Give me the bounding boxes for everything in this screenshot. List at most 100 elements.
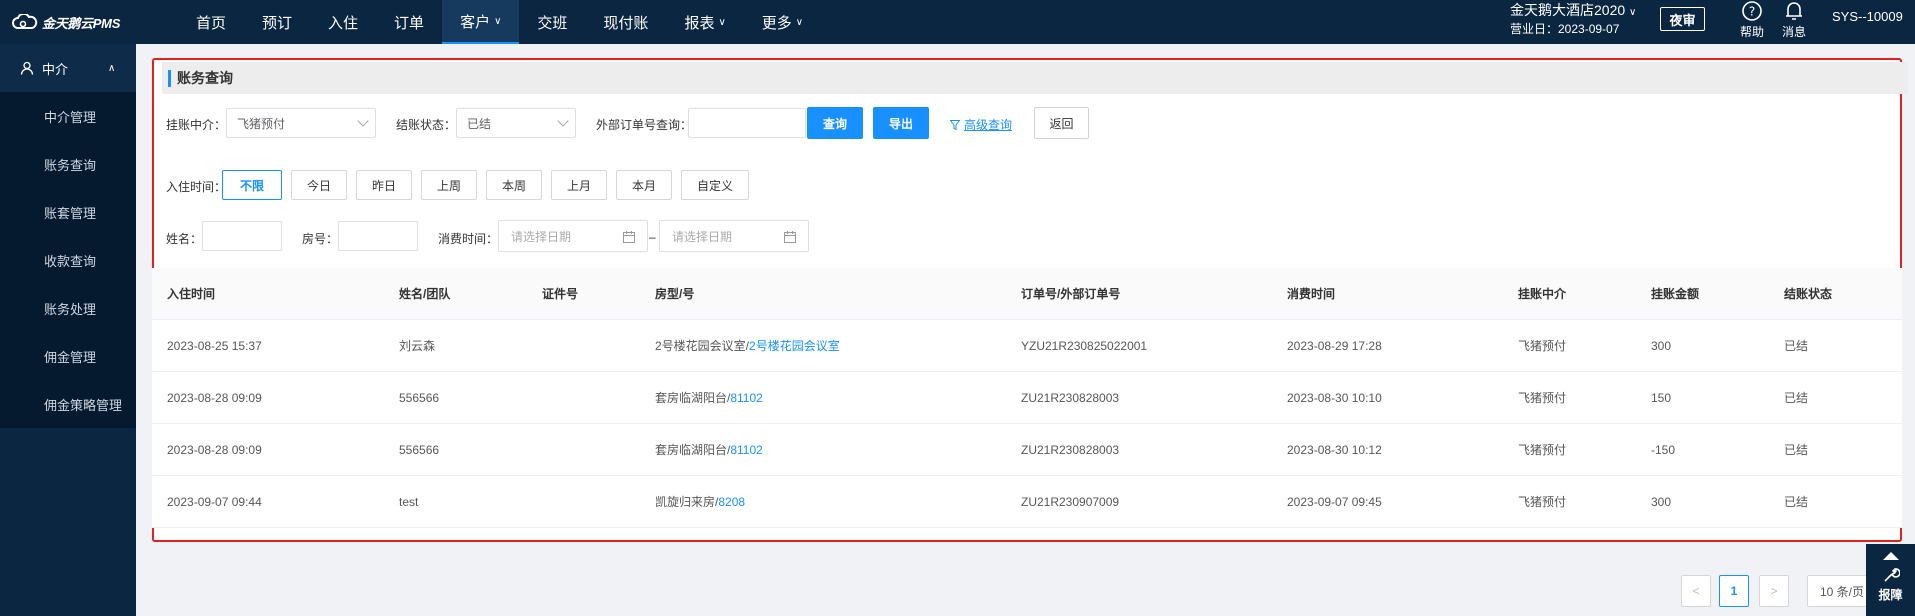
column-header[interactable]: 订单号/外部订单号 <box>1021 285 1120 302</box>
night-audit-button[interactable]: 夜审 <box>1660 7 1705 31</box>
table-row[interactable]: 2023-09-07 09:44 test 凯旋归来房/8208 ZU21R23090… <box>152 476 1902 528</box>
ext-order-input[interactable] <box>688 108 806 138</box>
search-button[interactable]: 查询 <box>807 107 863 139</box>
sidebar-section-agent[interactable]: 中介 ∧ <box>0 44 136 92</box>
cell-checkin: 2023-08-25 15:37 <box>167 338 262 353</box>
table-row[interactable]: 2023-08-25 15:37 刘云森 2号楼花园会议室/2号楼花园会议室 YZU2… <box>152 320 1902 372</box>
column-header[interactable]: 挂账中介 <box>1518 285 1566 302</box>
cell-checkin: 2023-08-28 09:09 <box>167 442 262 457</box>
sidebar-item-6[interactable]: 佣金策略管理 <box>0 380 136 428</box>
sidebar-item-2[interactable]: 账套管理 <box>0 188 136 236</box>
nav-item-3[interactable]: 订单 <box>376 0 442 44</box>
cell-consume: 2023-08-30 10:10 <box>1287 390 1382 405</box>
nav-item-1[interactable]: 预订 <box>244 0 310 44</box>
nav-item-8[interactable]: 更多 ∨ <box>744 0 821 44</box>
bell-icon <box>1786 2 1802 20</box>
cell-status: 已结 <box>1784 391 1809 405</box>
nav-item-4[interactable]: 客户 ∨ <box>442 0 520 44</box>
brand-name: 金天鹅云PMS <box>42 15 121 31</box>
messages-button[interactable]: 消息 <box>1782 0 1806 40</box>
cell-status: 已结 <box>1784 443 1809 457</box>
export-button[interactable]: 导出 <box>873 107 929 139</box>
chevron-down-icon <box>557 115 569 127</box>
checkin-chip-0[interactable]: 不限 <box>222 170 282 200</box>
checkin-chip-7[interactable]: 自定义 <box>681 170 749 200</box>
ext-order-label: 外部订单号查询： <box>596 118 693 132</box>
nav-item-6[interactable]: 现付账 <box>585 0 666 44</box>
column-header[interactable]: 证件号 <box>542 285 578 302</box>
checkin-chip-5[interactable]: 上月 <box>551 170 607 200</box>
table-row[interactable]: 2023-08-28 09:09 556566 套房临湖阳台/81102 ZU21R2… <box>152 424 1902 476</box>
nav-item-label: 首页 <box>196 14 227 32</box>
sidebar-item-3[interactable]: 收款查询 <box>0 236 136 284</box>
chevron-down-icon <box>357 115 369 127</box>
brand-logo[interactable]: 金天鹅云PMS <box>0 0 136 44</box>
help-icon: ? <box>1742 1 1762 21</box>
hotel-name: 金天鹅大酒店2020 <box>1510 2 1626 18</box>
hotel-selector[interactable]: 金天鹅大酒店2020 ∨ 营业日：2023-09-07 <box>1510 2 1636 38</box>
checkin-chip-6[interactable]: 本月 <box>616 170 672 200</box>
sidebar-item-4[interactable]: 账务处理 <box>0 284 136 332</box>
room-input[interactable] <box>338 221 418 251</box>
calendar-icon <box>784 231 796 243</box>
cell-name: 556566 <box>399 442 440 457</box>
sidebar-section-label: 中介 <box>42 61 69 77</box>
checkin-chip-4[interactable]: 本周 <box>486 170 542 200</box>
chevron-down-icon: ∨ <box>494 15 502 27</box>
sidebar-item-5[interactable]: 佣金管理 <box>0 332 136 380</box>
calendar-icon <box>623 231 635 243</box>
report-issue-button[interactable]: 报障 <box>1866 544 1915 616</box>
column-header[interactable]: 房型/号 <box>655 285 694 302</box>
column-header[interactable]: 挂账金额 <box>1651 285 1699 302</box>
checkin-chip-2[interactable]: 昨日 <box>356 170 412 200</box>
room-type: 凯旋归来房/ <box>655 495 719 509</box>
nav-item-label: 订单 <box>394 14 425 32</box>
nav-item-5[interactable]: 交班 <box>519 0 585 44</box>
column-header[interactable]: 入住时间 <box>167 285 215 302</box>
chevron-down-icon: ∨ <box>718 16 726 28</box>
cell-name: 刘云森 <box>399 339 436 353</box>
name-input[interactable] <box>202 221 282 251</box>
wrench-icon <box>1883 568 1900 582</box>
date-separator: – <box>649 230 656 244</box>
table-row[interactable]: 2023-08-28 09:09 556566 套房临湖阳台/81102 ZU21R2… <box>152 372 1902 424</box>
help-button[interactable]: ? 帮助 <box>1740 0 1764 40</box>
next-page-button[interactable]: > <box>1759 575 1789 607</box>
filter-icon <box>950 119 960 130</box>
status-select[interactable]: 已结 <box>456 108 576 138</box>
checkin-chip-1[interactable]: 今日 <box>291 170 347 200</box>
nav-item-7[interactable]: 报表 ∨ <box>666 0 743 44</box>
checkin-chip-3[interactable]: 上周 <box>421 170 477 200</box>
cell-agent: 飞猪预付 <box>1518 339 1567 353</box>
room-number-link[interactable]: 81102 <box>730 391 762 405</box>
nav-item-label: 更多 <box>761 14 792 32</box>
page-1-button[interactable]: 1 <box>1719 575 1749 607</box>
sidebar-item-1[interactable]: 账务查询 <box>0 140 136 188</box>
agent-select-value: 飞猪预付 <box>237 116 286 131</box>
cell-amount: 300 <box>1651 494 1672 509</box>
cell-status: 已结 <box>1784 495 1809 509</box>
agent-select[interactable]: 飞猪预付 <box>226 108 376 138</box>
advanced-search-link[interactable]: 高级查询 <box>950 116 1012 133</box>
consume-end-date[interactable]: 请选择日期 <box>659 220 809 252</box>
column-header[interactable]: 消费时间 <box>1287 285 1335 302</box>
room-number-link[interactable]: 2号楼花园会议室 <box>749 339 840 353</box>
consume-start-date[interactable]: 请选择日期 <box>498 220 648 252</box>
room-number-link[interactable]: 81102 <box>730 443 762 457</box>
room-number-link[interactable]: 8208 <box>718 495 745 509</box>
consume-time-label: 消费时间： <box>438 232 499 246</box>
room-cell: 凯旋归来房/8208 <box>655 493 745 510</box>
title-accent-bar <box>168 69 171 87</box>
sidebar-item-0[interactable]: 中介管理 <box>0 92 136 140</box>
cell-order: ZU21R230828003 <box>1021 390 1120 405</box>
nav-item-0[interactable]: 首页 <box>178 0 244 44</box>
user-account[interactable]: SYS--10009 <box>1832 9 1903 24</box>
cell-name: 556566 <box>399 390 440 405</box>
column-header[interactable]: 结账状态 <box>1784 285 1832 302</box>
prev-page-button[interactable]: < <box>1681 575 1711 607</box>
messages-label: 消息 <box>1782 25 1807 39</box>
column-header[interactable]: 姓名/团队 <box>399 285 450 302</box>
nav-item-2[interactable]: 入住 <box>310 0 376 44</box>
back-button[interactable]: 返回 <box>1034 107 1089 139</box>
cell-order: ZU21R230828003 <box>1021 442 1120 457</box>
